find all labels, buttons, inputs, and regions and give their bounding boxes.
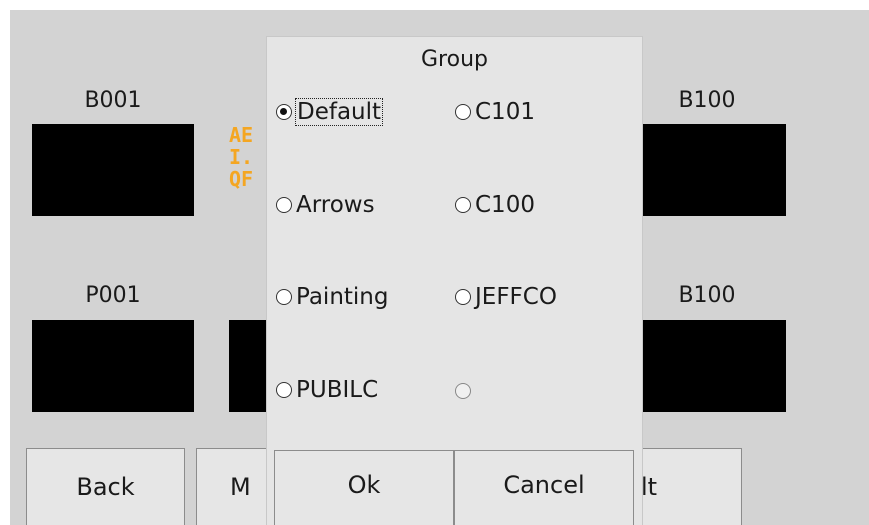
radio-unchecked-icon [276, 382, 292, 398]
back-button[interactable]: Back [26, 448, 185, 525]
right-button-label: lt [641, 473, 658, 501]
back-button-label: Back [76, 473, 135, 501]
radio-label-jeffco: JEFFCO [475, 284, 557, 310]
radio-option-default[interactable]: Default [276, 98, 384, 126]
tile-label-b100-top: B100 [678, 88, 736, 113]
display-tile-p001[interactable] [32, 320, 194, 412]
cancel-button-label: Cancel [503, 471, 585, 499]
group-dialog: Group Default Arrows Painting PUBILC C10… [267, 37, 642, 525]
radio-label-painting: Painting [296, 284, 389, 310]
radio-option-jeffco[interactable]: JEFFCO [455, 284, 557, 310]
radio-checked-icon [276, 104, 292, 120]
display-tile-b100-top[interactable] [626, 124, 786, 216]
radio-option-pubilc[interactable]: PUBILC [276, 377, 378, 403]
dialog-title: Group [421, 47, 488, 72]
radio-option-c100[interactable]: C100 [455, 192, 535, 218]
radio-unchecked-icon [455, 104, 471, 120]
radio-label-pubilc: PUBILC [296, 377, 379, 403]
middle-button-label: M [230, 473, 251, 501]
radio-unchecked-icon [276, 289, 292, 305]
tile-label-p001: P001 [85, 283, 141, 308]
ok-button-label: Ok [347, 471, 381, 499]
radio-label-arrows: Arrows [296, 192, 375, 218]
radio-unchecked-icon [276, 197, 292, 213]
radio-disabled-icon [455, 382, 471, 399]
cancel-button[interactable]: Cancel [454, 450, 634, 525]
app-window: B001 AE I. QF B100 P001 B100 Back M lt G… [10, 10, 869, 525]
radio-option-arrows[interactable]: Arrows [276, 192, 375, 218]
radio-option-empty[interactable] [455, 377, 475, 404]
led-message-preview: AE I. QF [229, 123, 254, 191]
radio-option-painting[interactable]: Painting [276, 284, 388, 310]
display-tile-b100-bottom[interactable] [626, 320, 786, 412]
tile-label-b100-bottom: B100 [678, 283, 736, 308]
ok-button[interactable]: Ok [274, 450, 454, 525]
radio-label-c101: C101 [475, 99, 535, 125]
tile-label-b001: B001 [84, 88, 142, 113]
radio-label-c100: C100 [475, 192, 535, 218]
radio-unchecked-icon [455, 197, 471, 213]
display-tile-b001[interactable] [32, 124, 194, 216]
radio-unchecked-icon [455, 289, 471, 305]
radio-label-default: Default [294, 98, 384, 126]
radio-option-c101[interactable]: C101 [455, 99, 535, 125]
